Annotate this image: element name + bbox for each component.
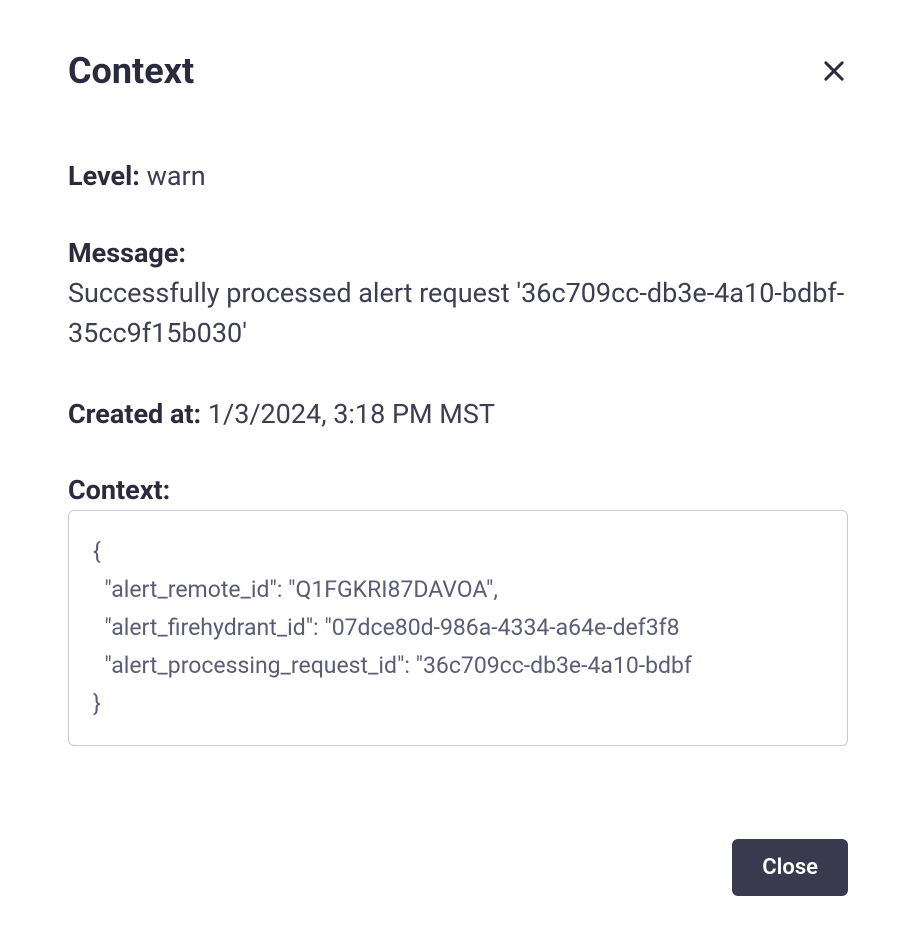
close-button[interactable]: Close	[732, 839, 848, 896]
field-created-at: Created at: 1/3/2024, 3:18 PM MST	[68, 394, 848, 435]
created-at-value: 1/3/2024, 3:18 PM MST	[208, 398, 495, 430]
field-context: Context: { "alert_remote_id": "Q1FGKRI87…	[68, 474, 848, 746]
context-json-box: { "alert_remote_id": "Q1FGKRI87DAVOA", "…	[68, 510, 848, 746]
dialog-header: Context	[68, 50, 848, 92]
message-value: Successfully processed alert request '36…	[68, 273, 848, 354]
message-label: Message:	[68, 237, 848, 269]
level-value: warn	[147, 160, 206, 192]
dialog-title: Context	[68, 50, 194, 92]
field-level: Level: warn	[68, 156, 848, 197]
field-message: Message: Successfully processed alert re…	[68, 237, 848, 354]
context-label: Context:	[68, 474, 848, 506]
level-label: Level:	[68, 160, 147, 192]
close-icon[interactable]	[820, 57, 848, 85]
created-at-label: Created at:	[68, 398, 208, 430]
dialog-footer: Close	[732, 839, 848, 896]
